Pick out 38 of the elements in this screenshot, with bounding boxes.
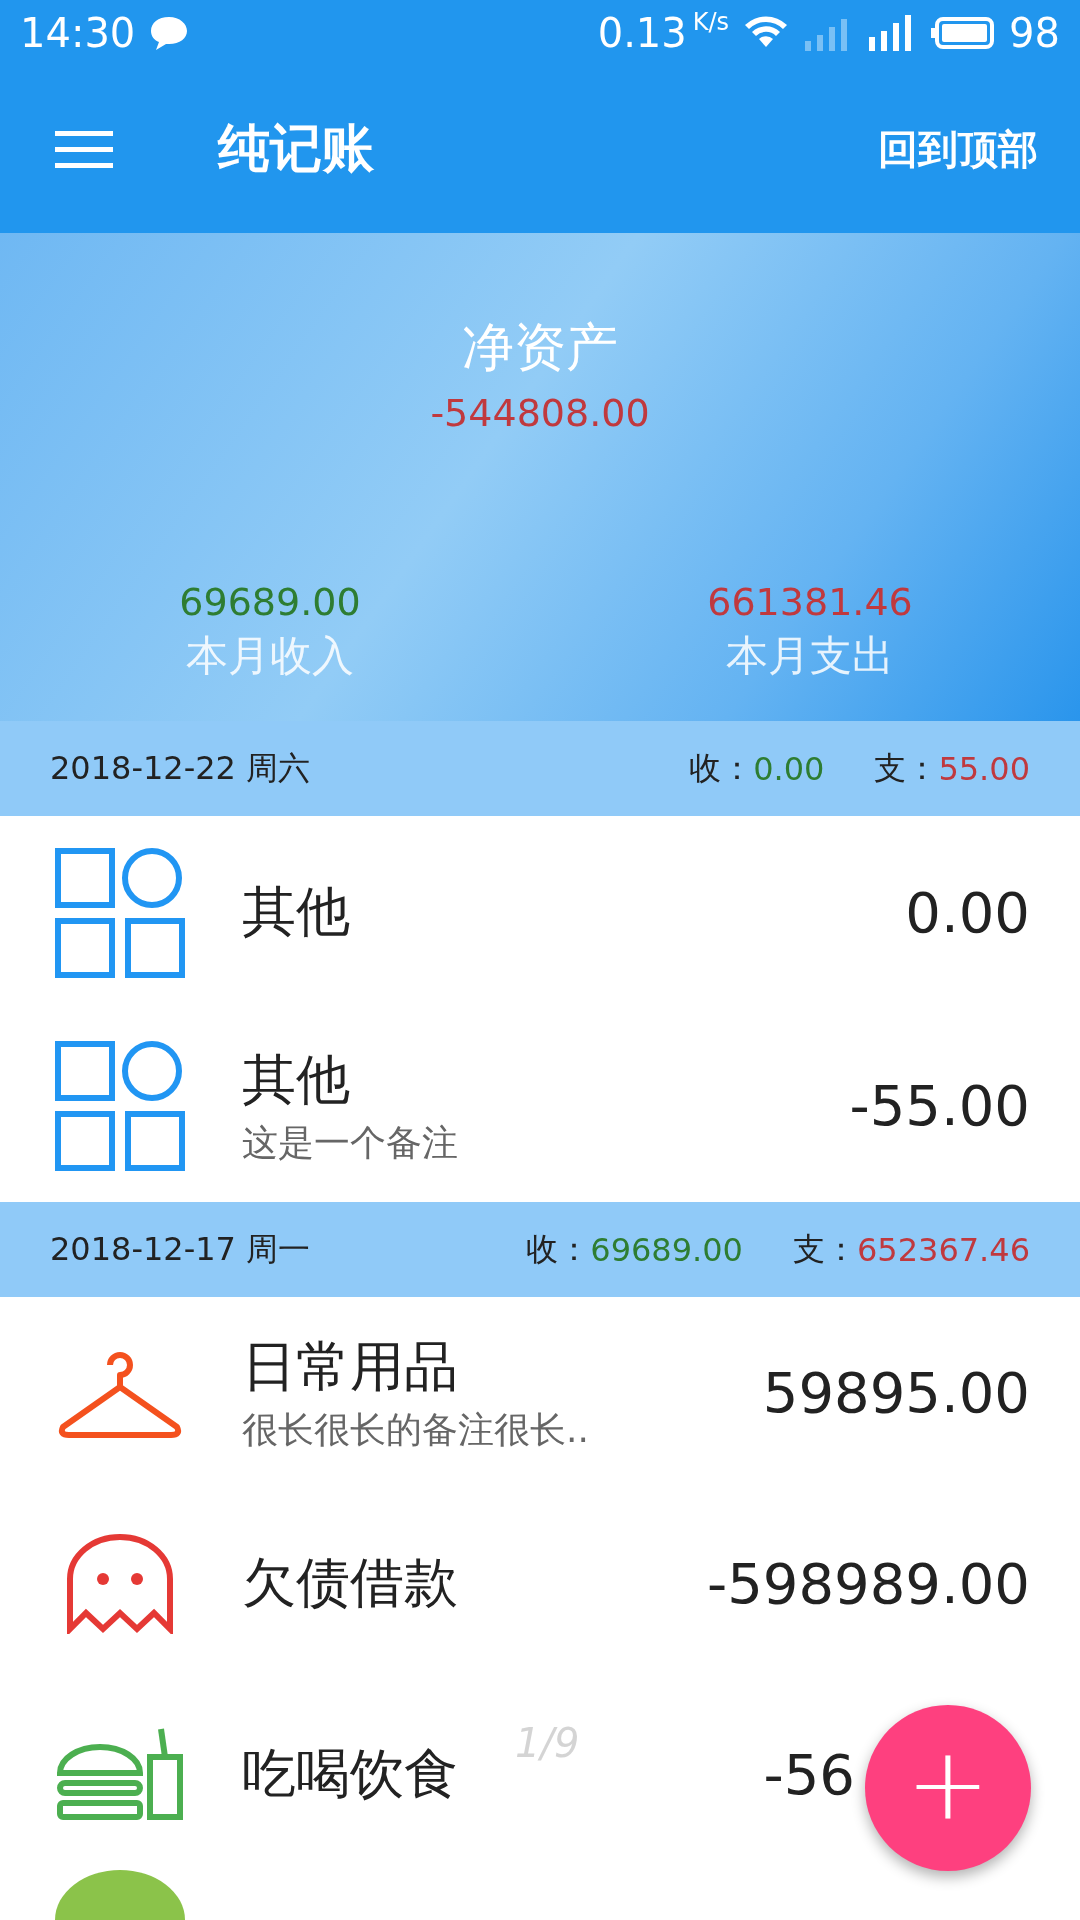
- transaction-amount: -56: [763, 1742, 855, 1807]
- category-name: 其他: [242, 1046, 350, 1113]
- category-name: 日常用品: [242, 1333, 458, 1400]
- battery-icon: [931, 15, 996, 50]
- net-assets-value: -544808.00: [430, 390, 650, 435]
- network-speed: 0.13: [597, 9, 687, 56]
- speed-unit: K/s: [692, 8, 730, 36]
- day-date: 2018-12-22 周六: [50, 747, 312, 789]
- menu-icon[interactable]: [55, 129, 113, 170]
- income-label: 收：: [526, 1228, 591, 1270]
- expense-label: 支：: [792, 1228, 857, 1270]
- message-icon: [149, 14, 190, 51]
- category-name: 其他: [242, 879, 350, 946]
- day-income: 0.00: [753, 749, 825, 788]
- income-label: 收：: [689, 747, 754, 789]
- app-title: 纯记账: [218, 117, 374, 181]
- back-to-top-button[interactable]: 回到顶部: [870, 113, 1046, 185]
- transaction-amount: 0.00: [905, 880, 1030, 946]
- status-time: 14:30: [20, 9, 136, 56]
- transaction-amount: -55.00: [849, 1073, 1030, 1139]
- add-button[interactable]: +: [865, 1705, 1031, 1871]
- transaction-note: 很长很长的备注很长..: [242, 1407, 589, 1452]
- day-income: 69689.00: [590, 1230, 743, 1269]
- day-expense: 652367.46: [856, 1230, 1030, 1269]
- category-name: 欠债借款: [242, 1550, 458, 1616]
- expense-label: 支：: [874, 747, 939, 789]
- day-date: 2018-12-17 周一: [50, 1228, 312, 1270]
- transaction-amount: -598989.00: [706, 1551, 1030, 1616]
- net-assets-label: 净资产: [462, 315, 618, 379]
- transaction-note: 这是一个备注: [242, 1120, 458, 1165]
- expense-value: 661381.46: [707, 579, 913, 624]
- transaction-amount: 59895.00: [762, 1360, 1030, 1425]
- category-name: 吃喝饮食: [242, 1741, 458, 1807]
- battery-level: 98: [1009, 9, 1060, 56]
- expense-label: 本月支出: [726, 629, 894, 682]
- day-expense: 55.00: [938, 749, 1030, 788]
- income-label: 本月收入: [186, 629, 354, 682]
- income-value: 69689.00: [179, 579, 361, 624]
